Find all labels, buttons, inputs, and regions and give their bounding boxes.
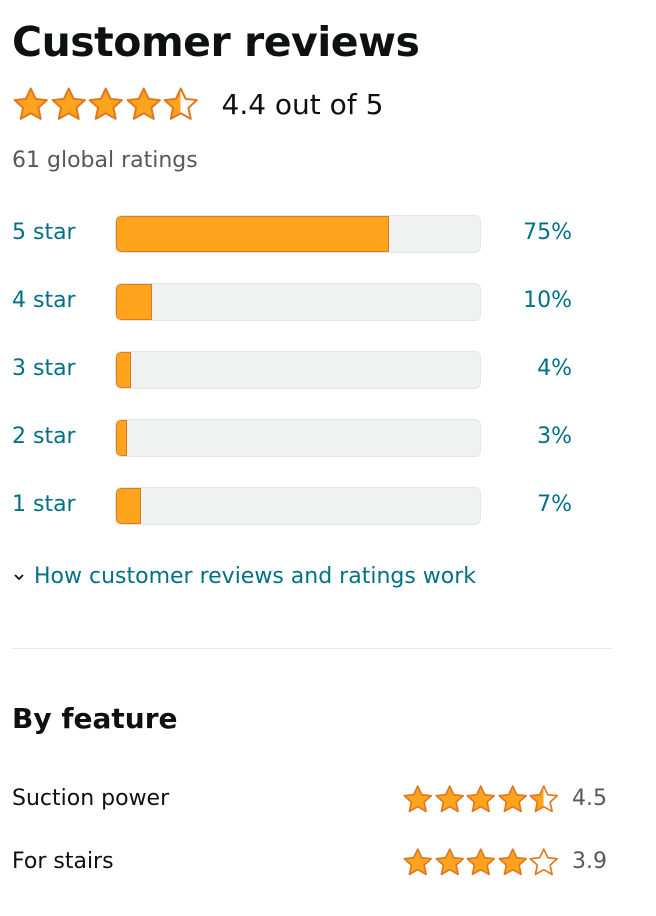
feature-rating-value: 4.5 — [572, 786, 607, 811]
star-full-icon — [402, 847, 434, 877]
histogram-percent[interactable]: 4% — [537, 356, 572, 381]
histogram-meter-fill — [116, 488, 142, 524]
overall-stars — [12, 86, 200, 122]
histogram-meter[interactable] — [115, 487, 481, 525]
feature-row: For stairs 3.9 — [12, 843, 612, 883]
histogram-meter-fill — [116, 216, 389, 252]
histogram-label[interactable]: 4 star — [12, 288, 76, 313]
histogram-percent[interactable]: 10% — [523, 288, 572, 313]
histogram-row-2[interactable]: 2 star 3% — [12, 418, 612, 462]
how-reviews-work-link[interactable]: How customer reviews and ratings work — [12, 564, 476, 589]
star-full-icon — [434, 784, 466, 814]
feature-name: For stairs — [12, 849, 114, 874]
by-feature-title: By feature — [12, 702, 178, 735]
page-title: Customer reviews — [12, 18, 420, 66]
feature-row: Suction power 4.5 — [12, 780, 612, 820]
star-full-icon — [50, 86, 88, 122]
histogram-meter-fill — [116, 284, 153, 320]
star-full-icon — [497, 784, 529, 814]
star-empty-icon — [528, 847, 560, 877]
star-full-icon — [87, 86, 125, 122]
histogram-percent[interactable]: 75% — [523, 220, 572, 245]
overall-rating-text: 4.4 out of 5 — [221, 87, 384, 121]
star-full-icon — [402, 784, 434, 814]
section-divider — [12, 648, 612, 649]
star-half-icon — [162, 86, 200, 122]
histogram-label[interactable]: 3 star — [12, 356, 76, 381]
histogram-row-1[interactable]: 1 star 7% — [12, 486, 612, 530]
histogram-meter[interactable] — [115, 351, 481, 389]
histogram-label[interactable]: 5 star — [12, 220, 76, 245]
histogram-meter-fill — [116, 420, 127, 456]
star-full-icon — [434, 847, 466, 877]
histogram-label[interactable]: 2 star — [12, 424, 76, 449]
star-full-icon — [465, 784, 497, 814]
feature-name: Suction power — [12, 786, 170, 811]
feature-stars — [402, 784, 560, 814]
chevron-down-icon — [14, 573, 24, 580]
histogram-row-4[interactable]: 4 star 10% — [12, 282, 612, 326]
how-reviews-work-label[interactable]: How customer reviews and ratings work — [34, 564, 476, 589]
histogram-meter[interactable] — [115, 283, 481, 321]
histogram-row-3[interactable]: 3 star 4% — [12, 350, 612, 394]
overall-rating[interactable]: 4.4 out of 5 — [12, 82, 383, 126]
histogram-meter-fill — [116, 352, 131, 388]
star-half-icon — [528, 784, 560, 814]
global-ratings-count: 61 global ratings — [12, 148, 198, 173]
histogram-row-5[interactable]: 5 star 75% — [12, 214, 612, 258]
star-full-icon — [12, 86, 50, 122]
star-full-icon — [465, 847, 497, 877]
star-full-icon — [125, 86, 163, 122]
histogram-meter[interactable] — [115, 419, 481, 457]
star-full-icon — [497, 847, 529, 877]
histogram-percent[interactable]: 3% — [537, 424, 572, 449]
histogram-meter[interactable] — [115, 215, 481, 253]
histogram-percent[interactable]: 7% — [537, 492, 572, 517]
feature-stars — [402, 847, 560, 877]
histogram-label[interactable]: 1 star — [12, 492, 76, 517]
feature-rating-value: 3.9 — [572, 849, 607, 874]
